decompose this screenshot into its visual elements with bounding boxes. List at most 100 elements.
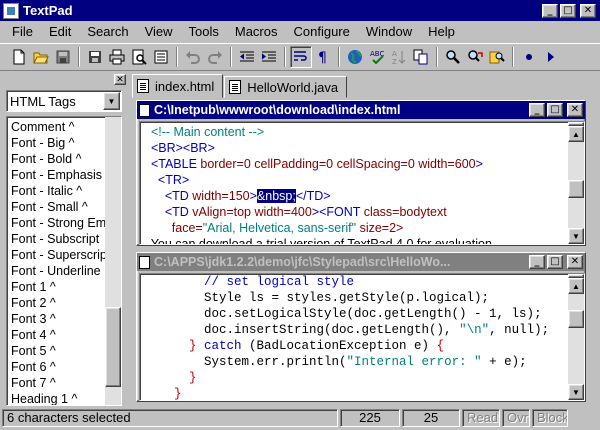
maximize-button[interactable]: □ bbox=[547, 103, 563, 117]
clip-list-scrollbar[interactable] bbox=[105, 117, 121, 405]
menu-edit[interactable]: Edit bbox=[41, 22, 79, 42]
editor-area[interactable]: <!-- Main content --> <BR><BR> <TABLE bo… bbox=[139, 121, 585, 245]
document-title-bar[interactable]: C:\APPS\jdk1.2.2\demo\jfc\Stylepad\src\H… bbox=[137, 253, 585, 271]
clip-list-item[interactable]: Font - Big ^ bbox=[7, 135, 107, 151]
clip-list-item[interactable]: Font 1 ^ bbox=[7, 279, 107, 295]
next-bookmark-icon[interactable] bbox=[540, 46, 562, 68]
close-button[interactable]: ✕ bbox=[567, 103, 583, 117]
code-line[interactable]: // set logical style bbox=[144, 274, 549, 290]
clip-list-item[interactable]: Font 7 ^ bbox=[7, 375, 107, 391]
clip-list-item[interactable]: Font - Subscript bbox=[7, 231, 107, 247]
undo-icon[interactable] bbox=[182, 46, 204, 68]
clip-library-select[interactable]: HTML Tags ▼ bbox=[6, 90, 122, 112]
save-all-icon[interactable] bbox=[84, 46, 106, 68]
code-line[interactable]: <TR> bbox=[144, 172, 492, 188]
code-line[interactable]: System.err.println("Internal error: " + … bbox=[144, 354, 549, 370]
menu-view[interactable]: View bbox=[137, 22, 181, 42]
editor-scrollbar[interactable]: ▲ ▼ bbox=[568, 122, 584, 244]
clip-list-item[interactable]: Font - Underline bbox=[7, 263, 107, 279]
code-line[interactable]: doc.setLogicalStyle(doc.getLength() - 1,… bbox=[144, 306, 549, 322]
bookmark-icon[interactable] bbox=[518, 46, 540, 68]
document-window-helloworld-java[interactable]: C:\APPS\jdk1.2.2\demo\jfc\Stylepad\src\H… bbox=[136, 252, 586, 402]
open-file-icon[interactable] bbox=[30, 46, 52, 68]
web-browser-icon[interactable] bbox=[344, 46, 366, 68]
menu-file[interactable]: File bbox=[4, 22, 41, 42]
status-block-select[interactable]: Block bbox=[532, 409, 568, 427]
status-read-only[interactable]: Read bbox=[462, 409, 500, 427]
minimize-button[interactable]: _ bbox=[529, 255, 545, 269]
scroll-down-icon[interactable]: ▼ bbox=[568, 384, 584, 400]
save-icon[interactable] bbox=[52, 46, 74, 68]
redo-icon[interactable] bbox=[204, 46, 226, 68]
chevron-down-icon[interactable]: ▼ bbox=[103, 92, 120, 110]
new-file-icon[interactable] bbox=[8, 46, 30, 68]
find-icon[interactable] bbox=[442, 46, 464, 68]
code-line[interactable]: Style ls = styles.getStyle(p.logical); bbox=[144, 290, 549, 306]
menu-window[interactable]: Window bbox=[358, 22, 420, 42]
scroll-up-icon[interactable]: ▲ bbox=[568, 126, 584, 142]
maximize-button[interactable]: □ bbox=[547, 255, 563, 269]
code-line[interactable]: <TD vAlign=top width=400><FONT class=bod… bbox=[144, 204, 492, 220]
code-line[interactable]: <TD width=150>&nbsp;</TD> bbox=[144, 188, 492, 204]
scrollbar-thumb[interactable] bbox=[568, 180, 584, 198]
clip-list-item[interactable]: Font - Small ^ bbox=[7, 199, 107, 215]
clip-list-item[interactable]: Font - Italic ^ bbox=[7, 183, 107, 199]
editor-area[interactable]: // set logical style Style ls = styles.g… bbox=[139, 273, 585, 401]
menu-tools[interactable]: Tools bbox=[181, 22, 227, 42]
spelling-icon[interactable]: ABC bbox=[366, 46, 388, 68]
compare-icon[interactable] bbox=[410, 46, 432, 68]
scroll-down-icon[interactable]: ▼ bbox=[568, 228, 584, 244]
panel-close-icon[interactable]: ✕ bbox=[114, 73, 126, 85]
document-title-bar[interactable]: C:\Inetpub\wwwroot\download\index.html _… bbox=[137, 101, 585, 119]
menu-search[interactable]: Search bbox=[79, 22, 136, 42]
code-line[interactable]: face="Arial, Helvetica, sans-serif" size… bbox=[144, 220, 492, 236]
paragraph-icon[interactable]: ¶ bbox=[312, 46, 334, 68]
clip-list-item[interactable]: Font - Emphasis bbox=[7, 167, 107, 183]
code-line[interactable]: <TABLE border=0 cellPadding=0 cellSpacin… bbox=[144, 156, 492, 172]
print-icon[interactable] bbox=[106, 46, 128, 68]
code-line[interactable]: } bbox=[144, 370, 549, 386]
scroll-up-icon[interactable]: ▲ bbox=[568, 278, 584, 294]
clip-list-item[interactable]: Font 5 ^ bbox=[7, 343, 107, 359]
editor-scrollbar[interactable]: ▲ ▼ bbox=[568, 274, 584, 400]
status-overwrite[interactable]: Ovr bbox=[502, 409, 530, 427]
word-wrap-icon[interactable] bbox=[290, 46, 312, 68]
clip-list-item[interactable]: Font - Bold ^ bbox=[7, 151, 107, 167]
code-line[interactable]: You can download a trial version of Text… bbox=[144, 236, 492, 244]
menu-configure[interactable]: Configure bbox=[286, 22, 358, 42]
manage-files-icon[interactable] bbox=[150, 46, 172, 68]
code-line[interactable]: } catch (BadLocationException e) { bbox=[144, 338, 549, 354]
title-bar[interactable]: TextPad _ □ ✕ bbox=[0, 0, 600, 21]
code-line[interactable]: } bbox=[144, 386, 549, 400]
code-line[interactable]: doc.insertString(doc.getLength(), "\n", … bbox=[144, 322, 549, 338]
clip-list-item[interactable]: Font - Strong Em bbox=[7, 215, 107, 231]
scrollbar-thumb[interactable] bbox=[568, 310, 584, 328]
clip-list-item[interactable]: Font 4 ^ bbox=[7, 327, 107, 343]
menu-macros[interactable]: Macros bbox=[227, 22, 286, 42]
code-line[interactable]: <BR><BR> bbox=[144, 140, 492, 156]
increase-indent-icon[interactable] bbox=[258, 46, 280, 68]
replace-icon[interactable] bbox=[464, 46, 486, 68]
menu-help[interactable]: Help bbox=[420, 22, 463, 42]
print-preview-icon[interactable] bbox=[128, 46, 150, 68]
close-button[interactable]: ✕ bbox=[567, 255, 583, 269]
clip-list-item[interactable]: Font 3 ^ bbox=[7, 311, 107, 327]
find-in-files-icon[interactable] bbox=[486, 46, 508, 68]
scrollbar-thumb[interactable] bbox=[105, 307, 121, 387]
clip-list-item[interactable]: Heading 1 ^ bbox=[7, 391, 107, 405]
tab-index-html[interactable]: index.html bbox=[132, 74, 224, 98]
clip-list[interactable]: Comment ^ Font - Big ^ Font - Bold ^ Font -… bbox=[6, 116, 122, 406]
minimize-button[interactable]: _ bbox=[529, 103, 545, 117]
code-line[interactable]: <!-- Main content --> bbox=[144, 124, 492, 140]
tab-helloworld-java[interactable]: HelloWorld.java bbox=[224, 76, 348, 98]
close-button[interactable]: ✕ bbox=[580, 3, 596, 18]
document-window-index-html[interactable]: C:\Inetpub\wwwroot\download\index.html _… bbox=[136, 100, 586, 246]
decrease-indent-icon[interactable] bbox=[236, 46, 258, 68]
clip-list-item[interactable]: Comment ^ bbox=[7, 119, 107, 135]
minimize-button[interactable]: _ bbox=[542, 3, 558, 18]
clip-list-item[interactable]: Font 2 ^ bbox=[7, 295, 107, 311]
sort-icon[interactable]: AZ bbox=[388, 46, 410, 68]
maximize-button[interactable]: □ bbox=[560, 3, 576, 18]
clip-list-item[interactable]: Font 6 ^ bbox=[7, 359, 107, 375]
clip-list-item[interactable]: Font - Superscript bbox=[7, 247, 107, 263]
